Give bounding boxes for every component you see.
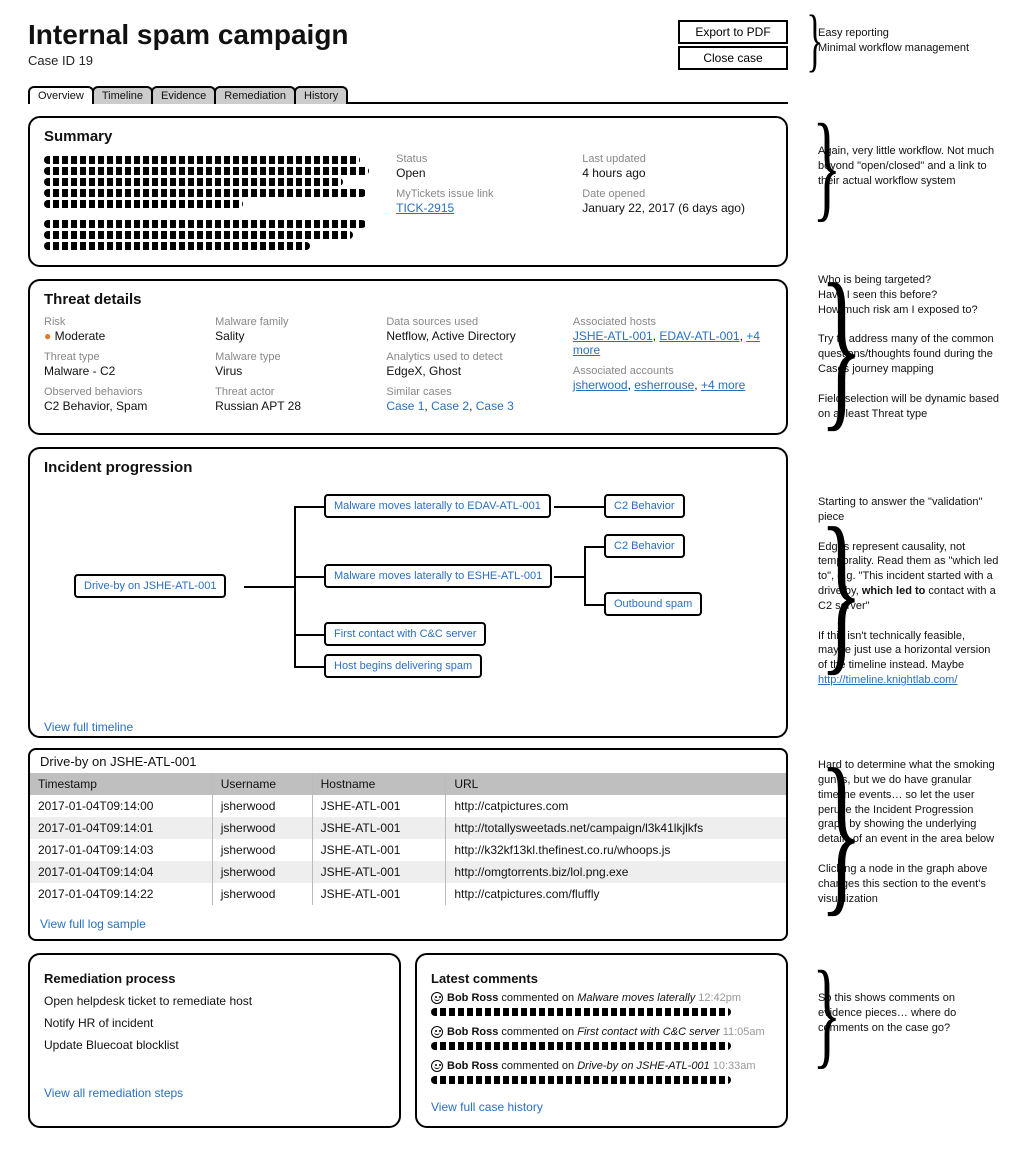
case-id: Case ID 19 bbox=[28, 53, 349, 68]
summary-panel: Summary Status Open MyTickets issue link bbox=[28, 116, 788, 267]
similar-case-1[interactable]: Case 1 bbox=[386, 399, 424, 413]
incident-heading: Incident progression bbox=[44, 459, 772, 476]
ticket-label: MyTickets issue link bbox=[396, 188, 562, 200]
timeline-title: Drive-by on JSHE-ATL-001 bbox=[28, 748, 788, 773]
view-full-timeline-link[interactable]: View full timeline bbox=[44, 720, 133, 734]
smile-icon bbox=[431, 992, 443, 1004]
threat-panel: Threat details Risk Moderate Threat type… bbox=[28, 279, 788, 435]
tab-remediation[interactable]: Remediation bbox=[214, 86, 296, 104]
similar-case-3[interactable]: Case 3 bbox=[476, 399, 514, 413]
page-title: Internal spam campaign bbox=[28, 20, 349, 51]
ticket-link[interactable]: TICK-2915 bbox=[396, 201, 454, 215]
data-sources: Netflow, Active Directory bbox=[386, 329, 555, 343]
annotation-threat: Who is being targeted? Have I seen this … bbox=[802, 273, 1000, 421]
comment-item[interactable]: Bob Ross commented on Drive-by on JSHE-A… bbox=[431, 1060, 772, 1084]
updated-value: 4 hours ago bbox=[582, 166, 772, 180]
smile-icon bbox=[431, 1026, 443, 1038]
summary-heading: Summary bbox=[44, 128, 772, 145]
node-leaf-spam[interactable]: Outbound spam bbox=[604, 592, 702, 616]
view-all-remediation-link[interactable]: View all remediation steps bbox=[44, 1086, 183, 1100]
col-url[interactable]: URL bbox=[446, 773, 786, 795]
host-link-2[interactable]: EDAV-ATL-001 bbox=[659, 329, 739, 343]
node-lateral-2[interactable]: Malware moves laterally to ESHE-ATL-001 bbox=[324, 564, 552, 588]
annotation-incident: Starting to answer the "validation" piec… bbox=[802, 495, 1000, 688]
col-timestamp[interactable]: Timestamp bbox=[30, 773, 212, 795]
opened-label: Date opened bbox=[582, 188, 772, 200]
malware-type: Virus bbox=[215, 364, 368, 378]
comments-heading: Latest comments bbox=[431, 971, 772, 986]
remediation-step: Notify HR of incident bbox=[44, 1016, 385, 1030]
remediation-panel: Remediation process Open helpdesk ticket… bbox=[28, 953, 401, 1128]
table-row[interactable]: 2017-01-04T09:14:01jsherwoodJSHE-ATL-001… bbox=[30, 817, 786, 839]
threat-actor: Russian APT 28 bbox=[215, 399, 368, 413]
updated-label: Last updated bbox=[582, 153, 772, 165]
annotation-summary: Again, very little workflow. Not much be… bbox=[802, 144, 1000, 189]
tab-evidence[interactable]: Evidence bbox=[151, 86, 216, 104]
smile-icon bbox=[431, 1060, 443, 1072]
threat-behaviors: C2 Behavior, Spam bbox=[44, 399, 197, 413]
acct-link-2[interactable]: esherrouse bbox=[634, 378, 694, 392]
malware-family: Sality bbox=[215, 329, 368, 343]
tab-history[interactable]: History bbox=[294, 86, 348, 104]
incident-graph: Drive-by on JSHE-ATL-001 Malware moves l… bbox=[44, 484, 772, 714]
threat-type: Malware - C2 bbox=[44, 364, 197, 378]
node-lateral-1[interactable]: Malware moves laterally to EDAV-ATL-001 bbox=[324, 494, 551, 518]
tab-timeline[interactable]: Timeline bbox=[92, 86, 153, 104]
acct-link-1[interactable]: jsherwood bbox=[573, 378, 628, 392]
annotation-link-knightlab[interactable]: http://timeline.knightlab.com/ bbox=[818, 674, 957, 686]
remediation-step: Open helpdesk ticket to remediate host bbox=[44, 994, 385, 1008]
timeline-table: Timestamp Username Hostname URL 2017-01-… bbox=[28, 773, 788, 941]
comments-panel: Latest comments Bob Ross commented on Ma… bbox=[415, 953, 788, 1128]
view-case-history-link[interactable]: View full case history bbox=[431, 1100, 543, 1114]
risk-value: Moderate bbox=[44, 329, 197, 343]
annotation-top: Easy reporting Minimal workflow manageme… bbox=[802, 26, 1000, 56]
table-row[interactable]: 2017-01-04T09:14:04jsherwoodJSHE-ATL-001… bbox=[30, 861, 786, 883]
table-row[interactable]: 2017-01-04T09:14:22jsherwoodJSHE-ATL-001… bbox=[30, 883, 786, 905]
host-link-1[interactable]: JSHE-ATL-001 bbox=[573, 329, 653, 343]
col-hostname[interactable]: Hostname bbox=[312, 773, 446, 795]
table-row[interactable]: 2017-01-04T09:14:00jsherwoodJSHE-ATL-001… bbox=[30, 795, 786, 817]
analytics: EdgeX, Ghost bbox=[386, 364, 555, 378]
node-root[interactable]: Drive-by on JSHE-ATL-001 bbox=[74, 574, 226, 598]
col-username[interactable]: Username bbox=[212, 773, 312, 795]
node-leaf-c2-2[interactable]: C2 Behavior bbox=[604, 534, 685, 558]
acct-link-more[interactable]: +4 more bbox=[701, 378, 745, 392]
annotation-comments: So this shows comments on evidence piece… bbox=[802, 991, 1000, 1036]
view-full-log-link[interactable]: View full log sample bbox=[40, 917, 146, 931]
table-row[interactable]: 2017-01-04T09:14:03jsherwoodJSHE-ATL-001… bbox=[30, 839, 786, 861]
opened-value: January 22, 2017 (6 days ago) bbox=[582, 201, 772, 215]
annotation-table: Hard to determine what the smoking gun i… bbox=[802, 758, 1000, 906]
export-pdf-button[interactable]: Export to PDF bbox=[678, 20, 788, 44]
node-first-contact[interactable]: First contact with C&C server bbox=[324, 622, 486, 646]
remediation-step: Update Bluecoat blocklist bbox=[44, 1038, 385, 1052]
comment-item[interactable]: Bob Ross commented on First contact with… bbox=[431, 1026, 772, 1050]
incident-panel: Incident progression Drive-by on JSHE-AT… bbox=[28, 447, 788, 738]
similar-case-2[interactable]: Case 2 bbox=[431, 399, 469, 413]
remediation-heading: Remediation process bbox=[44, 971, 385, 986]
node-leaf-c2-1[interactable]: C2 Behavior bbox=[604, 494, 685, 518]
close-case-button[interactable]: Close case bbox=[678, 46, 788, 70]
status-value: Open bbox=[396, 166, 562, 180]
threat-heading: Threat details bbox=[44, 291, 772, 308]
status-label: Status bbox=[396, 153, 562, 165]
tab-overview[interactable]: Overview bbox=[28, 86, 94, 104]
comment-item[interactable]: Bob Ross commented on Malware moves late… bbox=[431, 992, 772, 1016]
node-deliver-spam[interactable]: Host begins delivering spam bbox=[324, 654, 482, 678]
